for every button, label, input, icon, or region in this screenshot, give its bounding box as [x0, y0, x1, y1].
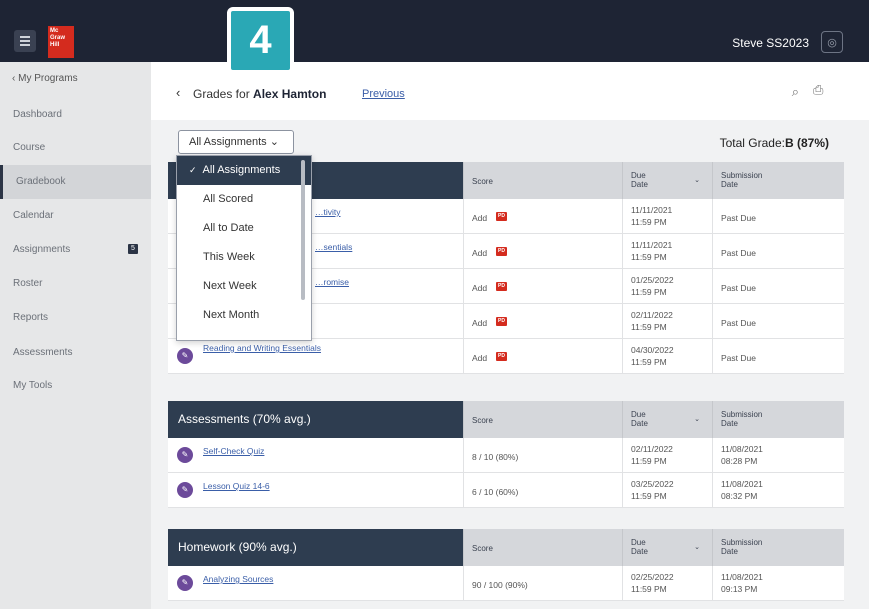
sort-chevron-icon: ⌄: [694, 544, 700, 551]
sidebar-item-gradebook[interactable]: Gradebook: [0, 165, 151, 199]
assessments-section: Assessments (70% avg.) Score Due Date ⌄ …: [168, 401, 844, 508]
top-bar: Mc Graw Hill Steve SS2023 ◎: [0, 0, 869, 62]
filter-option-next-month[interactable]: Next Month: [177, 301, 311, 330]
quiz-icon: ✎: [177, 447, 193, 463]
filter-option-this-week[interactable]: This Week: [177, 243, 311, 272]
assignments-count-badge: 5: [128, 244, 138, 254]
table-row: ✎ Reading and Writing Essentials Add PD 0…: [168, 339, 844, 374]
user-account-icon[interactable]: ◎: [821, 31, 843, 53]
score-column-header[interactable]: Score: [463, 529, 622, 566]
sidebar-item-roster[interactable]: Roster: [13, 278, 138, 289]
sidebar-item-course[interactable]: Course: [13, 142, 138, 153]
submission-status: Past Due: [712, 234, 844, 268]
table-row: ✎ Lesson Quiz 14-6 6 / 10 (60%) 03/25/202…: [168, 473, 844, 508]
sidebar-item-reports[interactable]: Reports: [13, 312, 138, 323]
due-date-column-header[interactable]: Due Date ⌄: [622, 162, 712, 199]
add-score-link[interactable]: Add: [472, 318, 487, 328]
homework-icon: ✎: [177, 575, 193, 591]
filter-option-all-to-date[interactable]: All to Date: [177, 214, 311, 243]
score-column-header[interactable]: Score: [463, 162, 622, 199]
assignment-link[interactable]: Reading and Writing Essentials: [203, 343, 321, 353]
add-score-link[interactable]: Add: [472, 248, 487, 258]
assignment-link[interactable]: …romise: [315, 277, 349, 287]
previous-link[interactable]: Previous: [362, 88, 405, 100]
homework-section: Homework (90% avg.) Score Due Date ⌄ Sub…: [168, 529, 844, 601]
submission-status: Past Due: [712, 339, 844, 373]
due-date-column-header[interactable]: Due Date ⌄: [622, 529, 712, 566]
add-score-link[interactable]: Add: [472, 283, 487, 293]
sidebar-item-dashboard[interactable]: Dashboard: [13, 109, 138, 120]
sidebar-item-my-tools[interactable]: My Tools: [13, 380, 138, 391]
assignment-link[interactable]: …sentials: [315, 242, 352, 252]
homework-link[interactable]: Analyzing Sources: [203, 574, 273, 584]
sort-chevron-icon: ⌄: [694, 416, 700, 423]
sidebar: ‹ My Programs Dashboard Course Gradebook…: [0, 62, 151, 609]
filter-option-all-assignments[interactable]: ✓ All Assignments: [177, 156, 311, 185]
print-icon[interactable]: ⎙: [813, 82, 827, 97]
submission-status: Past Due: [712, 269, 844, 303]
sort-chevron-icon: ⌄: [694, 177, 700, 184]
score-value: 90 / 100 (90%): [463, 566, 622, 600]
submission-date-column-header[interactable]: Submission Date: [712, 401, 844, 438]
pd-icon[interactable]: PD: [496, 352, 507, 361]
submission-date-column-header[interactable]: Submission Date: [712, 529, 844, 566]
total-grade: Total Grade:B (87%): [719, 136, 829, 150]
sidebar-item-assessments[interactable]: Assessments: [13, 347, 138, 358]
section-header: Homework (90% avg.) Score Due Date ⌄ Sub…: [168, 529, 844, 566]
submission-status: Past Due: [712, 199, 844, 233]
dropdown-scrollbar[interactable]: [301, 160, 305, 300]
filter-option-all-scored[interactable]: All Scored: [177, 185, 311, 214]
add-score-link[interactable]: Add: [472, 353, 487, 363]
table-row: ✎ Self-Check Quiz 8 / 10 (80%) 02/11/2022…: [168, 438, 844, 473]
submission-status: Past Due: [712, 304, 844, 338]
sidebar-item-calendar[interactable]: Calendar: [13, 210, 138, 221]
hamburger-menu-icon[interactable]: [14, 30, 36, 52]
section-title: Homework (90% avg.): [168, 529, 463, 566]
submission-date-column-header[interactable]: Submission Date: [712, 162, 844, 199]
sidebar-item-label: Assignments: [13, 244, 71, 255]
student-name: Alex Hamton: [253, 87, 327, 101]
mcgraw-hill-logo: Mc Graw Hill: [48, 26, 74, 58]
assessment-link[interactable]: Lesson Quiz 14-6: [203, 481, 270, 491]
due-date-column-header[interactable]: Due Date ⌄: [622, 401, 712, 438]
user-name[interactable]: Steve SS2023: [732, 36, 809, 50]
pd-icon[interactable]: PD: [496, 247, 507, 256]
table-row: ✎ Analyzing Sources 90 / 100 (90%) 02/25/…: [168, 566, 844, 601]
step-number-badge: 4: [227, 7, 294, 74]
pd-icon[interactable]: PD: [496, 282, 507, 291]
search-icon[interactable]: ⌕: [792, 84, 799, 100]
score-value: 6 / 10 (60%): [463, 473, 622, 507]
add-score-link[interactable]: Add: [472, 213, 487, 223]
assignment-link[interactable]: …tivity: [315, 207, 341, 217]
my-programs-link[interactable]: ‹ My Programs: [12, 73, 78, 84]
quiz-icon: ✎: [177, 482, 193, 498]
sidebar-item-assignments[interactable]: Assignments 5: [13, 244, 138, 255]
assignment-filter-select[interactable]: All Assignments ⌄: [178, 130, 294, 154]
back-chevron-icon[interactable]: ‹: [176, 85, 180, 100]
assignment-filter-dropdown: ✓ All Assignments All Scored All to Date …: [176, 155, 312, 341]
score-column-header[interactable]: Score: [463, 401, 622, 438]
assignment-type-icon: ✎: [177, 348, 193, 364]
filter-option-next-week[interactable]: Next Week: [177, 272, 311, 301]
section-header: Assessments (70% avg.) Score Due Date ⌄ …: [168, 401, 844, 438]
chevron-down-icon: ⌄: [269, 136, 279, 148]
page-title: Grades for Alex Hamton: [193, 87, 327, 101]
pd-icon[interactable]: PD: [496, 317, 507, 326]
pd-icon[interactable]: PD: [496, 212, 507, 221]
assessment-link[interactable]: Self-Check Quiz: [203, 446, 264, 456]
checkmark-icon: ✓: [189, 165, 197, 175]
score-value: 8 / 10 (80%): [463, 438, 622, 472]
section-title: Assessments (70% avg.): [168, 401, 463, 438]
